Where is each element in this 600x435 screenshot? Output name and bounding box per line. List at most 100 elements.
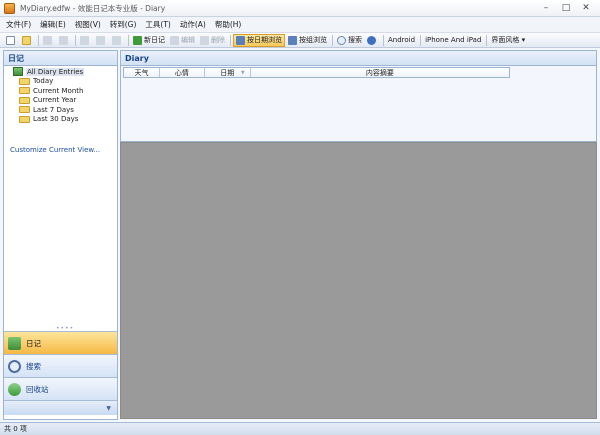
diary-book-icon [13, 67, 23, 77]
pencil-icon [170, 35, 179, 45]
entry-preview-pane [120, 142, 597, 419]
edit-label: 编辑 [181, 36, 195, 44]
column-date[interactable]: 日期 ▼ [204, 68, 251, 77]
browse-by-group-button[interactable]: 按组浏览 [286, 34, 329, 47]
navigation-buttons: 日记 搜索 回收站 ▼ [4, 331, 117, 415]
nav-button-label: 日记 [26, 338, 41, 348]
calendar-icon [236, 35, 245, 45]
nav-button-recycle-bin[interactable]: 回收站 [4, 377, 117, 400]
help-button[interactable] [365, 34, 380, 47]
print-preview-icon [59, 35, 68, 45]
diary-book-icon [8, 336, 21, 350]
folder-icon [19, 87, 30, 95]
preview-button[interactable] [57, 34, 72, 47]
paste-button[interactable] [110, 34, 125, 47]
menu-goto[interactable]: 转到(G) [110, 19, 137, 30]
title-bar: MyDiary.edfw - 效能日记本专业版 - Diary – □ ✕ [0, 0, 600, 17]
navigation-pane: 日记 All Diary Entries Today Current Month… [3, 50, 118, 420]
delete-label: 删除 [211, 36, 225, 44]
tree-item-today[interactable]: Today [19, 77, 117, 87]
nav-button-label: 回收站 [26, 384, 49, 394]
tree-item-current-month[interactable]: Current Month [19, 86, 117, 96]
print-icon [43, 35, 52, 45]
search-button[interactable]: 搜索 [335, 34, 364, 47]
toolbar-separator [75, 34, 76, 46]
tree-item-last-7-days[interactable]: Last 7 Days [19, 105, 117, 115]
edit-button[interactable]: 编辑 [168, 34, 197, 47]
column-mood[interactable]: 心情 [159, 68, 205, 77]
browse-by-group-label: 按组浏览 [299, 36, 327, 44]
tree-item-all-entries[interactable]: All Diary Entries [13, 67, 117, 77]
window-controls: – □ ✕ [536, 1, 596, 15]
window-title: MyDiary.edfw - 效能日记本专业版 - Diary [20, 3, 166, 13]
folder-icon [19, 96, 30, 104]
tree-item-current-year[interactable]: Current Year [19, 96, 117, 106]
sort-descending-icon: ▼ [240, 69, 245, 76]
menu-file[interactable]: 文件(F) [6, 19, 31, 30]
nav-button-diary[interactable]: 日记 [4, 331, 117, 354]
browse-by-date-label: 按日期浏览 [247, 36, 282, 44]
help-icon [367, 35, 376, 45]
delete-button[interactable]: 删除 [198, 34, 227, 47]
column-header-label: 心情 [174, 68, 189, 77]
theme-dropdown[interactable]: 界面风格 ▾ [489, 34, 527, 47]
toolbar-separator [38, 34, 39, 46]
menu-tools[interactable]: 工具(T) [145, 19, 170, 30]
toolbar-separator [486, 34, 488, 46]
paste-icon [112, 35, 121, 45]
column-header-label: 日期 [220, 68, 235, 77]
nav-button-search[interactable]: 搜索 [4, 354, 117, 377]
maximize-button[interactable]: □ [556, 1, 576, 15]
iphone-ipad-button[interactable]: iPhone And iPad [423, 34, 483, 47]
toolbar-separator [332, 34, 333, 46]
nav-configure-button[interactable]: ▼ [4, 400, 117, 415]
print-button[interactable] [41, 34, 56, 47]
android-button[interactable]: Android [386, 34, 417, 47]
toolbar-separator [383, 34, 384, 46]
folder-icon [19, 77, 30, 85]
chevron-down-icon: ▼ [106, 404, 111, 412]
new-diary-button[interactable]: 新日记 [131, 34, 167, 47]
customize-view-link[interactable]: Customize Current View... [10, 146, 100, 154]
new-file-button[interactable] [4, 34, 19, 47]
copy-icon [96, 35, 105, 45]
column-summary[interactable]: 内容摘要 [250, 68, 509, 77]
new-file-icon [6, 35, 15, 45]
tree-item-label: Current Year [33, 96, 77, 105]
minimize-button[interactable]: – [536, 1, 556, 15]
menu-view[interactable]: 视图(V) [75, 19, 101, 30]
search-label: 搜索 [348, 36, 362, 44]
tree-item-label: Last 7 Days [33, 105, 74, 114]
app-icon [4, 2, 15, 14]
tree-item-label: All Diary Entries [26, 67, 85, 76]
item-count: 共 0 项 [4, 425, 27, 433]
cut-button[interactable] [78, 34, 93, 47]
plus-icon [133, 35, 142, 45]
copy-button[interactable] [94, 34, 109, 47]
tree-item-label: Today [33, 77, 54, 86]
search-icon [337, 35, 346, 45]
tree-item-label: Last 30 Days [33, 115, 79, 124]
menu-bar: 文件(F) 编辑(E) 视图(V) 转到(G) 工具(T) 动作(A) 帮助(H… [0, 17, 600, 32]
recycle-icon [8, 382, 21, 396]
toolbar-separator [128, 34, 129, 46]
column-header-label: 天气 [134, 68, 149, 77]
new-diary-label: 新日记 [144, 36, 165, 44]
folder-icon [19, 115, 30, 123]
menu-help[interactable]: 帮助(H) [215, 19, 242, 30]
browse-by-date-button[interactable]: 按日期浏览 [233, 33, 285, 47]
close-button[interactable]: ✕ [576, 1, 596, 15]
tree-item-last-30-days[interactable]: Last 30 Days [19, 115, 117, 125]
diary-table-header: 天气 心情 日期 ▼ 内容摘要 [123, 67, 510, 78]
menu-edit[interactable]: 编辑(E) [40, 19, 66, 30]
diary-list-header: Diary [121, 51, 596, 66]
search-icon [8, 359, 21, 373]
column-header-label: 内容摘要 [365, 68, 394, 77]
column-weather[interactable]: 天气 [124, 68, 160, 77]
diary-list-pane: Diary 天气 心情 日期 ▼ 内容摘要 [120, 50, 597, 142]
status-bar: 共 0 项 [0, 422, 600, 435]
menu-actions[interactable]: 动作(A) [180, 19, 206, 30]
toolbar-separator [420, 34, 422, 46]
open-button[interactable] [20, 34, 35, 47]
tree-item-label: Current Month [33, 86, 84, 95]
